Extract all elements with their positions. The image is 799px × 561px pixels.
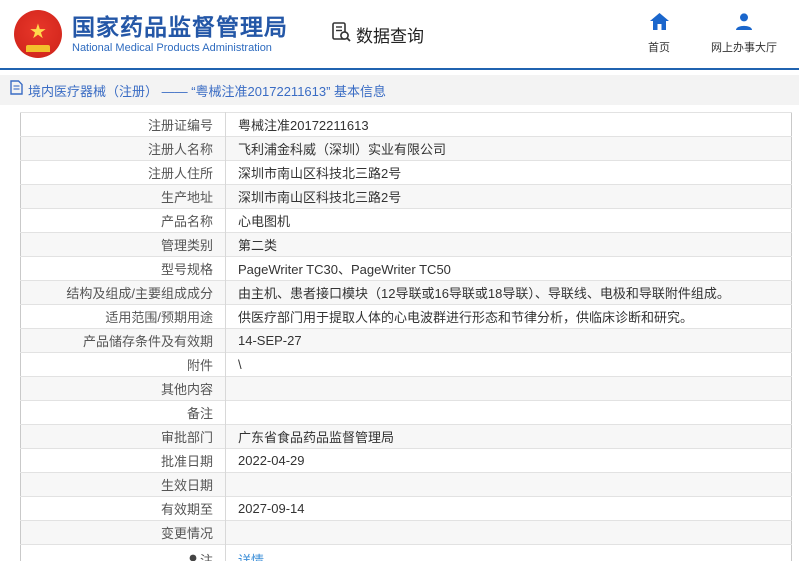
table-row: 变更情况 xyxy=(20,520,792,545)
row-value: 粤械注准20172211613 xyxy=(225,112,792,137)
registration-info-table: 注册证编号 粤械注准20172211613 注册人名称 飞利浦金科威（深圳）实业有限公… xyxy=(20,112,792,561)
nav-online-hall-label: 网上办事大厅 xyxy=(711,42,777,54)
row-label: 型号规格 xyxy=(20,256,226,281)
table-row: 注册人名称 飞利浦金科威（深圳）实业有限公司 xyxy=(20,136,792,161)
table-row: 管理类别 第二类 xyxy=(20,232,792,257)
home-icon xyxy=(649,13,669,35)
row-label: 结构及组成/主要组成成分 xyxy=(20,280,226,305)
row-label: 注册人名称 xyxy=(20,136,226,161)
info-table-body: 注册证编号 粤械注准20172211613 注册人名称 飞利浦金科威（深圳）实业有限公… xyxy=(20,112,792,561)
user-icon xyxy=(735,13,753,35)
table-row: 生效日期 xyxy=(20,472,792,497)
row-value xyxy=(225,472,792,497)
table-row: 备注 xyxy=(20,400,792,425)
org-name-en: National Medical Products Administration xyxy=(72,42,272,55)
table-row: 注详情 xyxy=(20,544,792,561)
row-label: 注册人住所 xyxy=(20,160,226,185)
table-row: 注册人住所 深圳市南山区科技北三路2号 xyxy=(20,160,792,185)
row-label: 审批部门 xyxy=(20,424,226,449)
table-row: 审批部门 广东省食品药品监督管理局 xyxy=(20,424,792,449)
row-value: 深圳市南山区科技北三路2号 xyxy=(225,184,792,209)
data-query-label: 数据查询 xyxy=(356,26,424,46)
row-value: 详情 xyxy=(225,544,792,561)
row-label: 注 xyxy=(20,544,226,561)
file-icon xyxy=(10,80,23,100)
table-row: 注册证编号 粤械注准20172211613 xyxy=(20,112,792,137)
row-label: 变更情况 xyxy=(20,520,226,545)
row-label: 产品名称 xyxy=(20,208,226,233)
row-value: 第二类 xyxy=(225,232,792,257)
table-row: 有效期至 2027-09-14 xyxy=(20,496,792,521)
data-query-tab[interactable]: 数据查询 xyxy=(330,21,424,48)
row-value xyxy=(225,400,792,425)
row-label: 批准日期 xyxy=(20,448,226,473)
row-value: 2027-09-14 xyxy=(225,496,792,521)
top-nav: 首页 网上办事大厅 xyxy=(641,13,777,55)
row-label: 有效期至 xyxy=(20,496,226,521)
row-label: 产品储存条件及有效期 xyxy=(20,328,226,353)
table-row: 适用范围/预期用途 供医疗部门用于提取人体的心电波群进行形态和节律分析，供临床诊断… xyxy=(20,304,792,329)
header-divider xyxy=(0,68,799,70)
row-value: 供医疗部门用于提取人体的心电波群进行形态和节律分析，供临床诊断和研究。 xyxy=(225,304,792,329)
nav-home[interactable]: 首页 xyxy=(641,13,677,55)
row-value: 2022-04-29 xyxy=(225,448,792,473)
row-label: 管理类别 xyxy=(20,232,226,257)
table-row: 附件 \ xyxy=(20,352,792,377)
nav-home-label: 首页 xyxy=(648,42,670,54)
nav-online-hall[interactable]: 网上办事大厅 xyxy=(711,13,777,55)
row-value: 14-SEP-27 xyxy=(225,328,792,353)
row-value: \ xyxy=(225,352,792,377)
detail-link[interactable]: 详情 xyxy=(238,553,264,561)
org-name-cn: 国家药品监督管理局 xyxy=(72,13,288,40)
row-label: 其他内容 xyxy=(20,376,226,401)
row-value xyxy=(225,520,792,545)
row-value: 心电图机 xyxy=(225,208,792,233)
row-value: PageWriter TC30、PageWriter TC50 xyxy=(225,256,792,281)
site-logo[interactable]: ★ 国家药品监督管理局 National Medical Products Ad… xyxy=(14,10,288,58)
table-row: 其他内容 xyxy=(20,376,792,401)
row-label: 注册证编号 xyxy=(20,112,226,137)
row-label: 生效日期 xyxy=(20,472,226,497)
row-label: 附件 xyxy=(20,352,226,377)
row-value: 由主机、患者接口模块（12导联或16导联或18导联）、导联线、电极和导联附件组成… xyxy=(225,280,792,305)
breadcrumb: 境内医疗器械（注册） —— “粤械注准20172211613” 基本信息 xyxy=(28,83,387,99)
row-value: 广东省食品药品监督管理局 xyxy=(225,424,792,449)
row-value xyxy=(225,376,792,401)
breadcrumb-bar: 境内医疗器械（注册） —— “粤械注准20172211613” 基本信息 xyxy=(0,75,799,105)
pin-icon xyxy=(189,554,197,561)
document-search-icon xyxy=(330,21,352,48)
national-emblem-icon: ★ xyxy=(14,10,62,58)
table-row: 产品储存条件及有效期 14-SEP-27 xyxy=(20,328,792,353)
table-row: 产品名称 心电图机 xyxy=(20,208,792,233)
table-row: 批准日期 2022-04-29 xyxy=(20,448,792,473)
row-label: 生产地址 xyxy=(20,184,226,209)
table-row: 生产地址 深圳市南山区科技北三路2号 xyxy=(20,184,792,209)
row-value: 飞利浦金科威（深圳）实业有限公司 xyxy=(225,136,792,161)
table-row: 结构及组成/主要组成成分 由主机、患者接口模块（12导联或16导联或18导联）、导… xyxy=(20,280,792,305)
row-label: 适用范围/预期用途 xyxy=(20,304,226,329)
row-label: 备注 xyxy=(20,400,226,425)
site-header: ★ 国家药品监督管理局 National Medical Products Ad… xyxy=(0,0,799,68)
table-row: 型号规格 PageWriter TC30、PageWriter TC50 xyxy=(20,256,792,281)
row-value: 深圳市南山区科技北三路2号 xyxy=(225,160,792,185)
